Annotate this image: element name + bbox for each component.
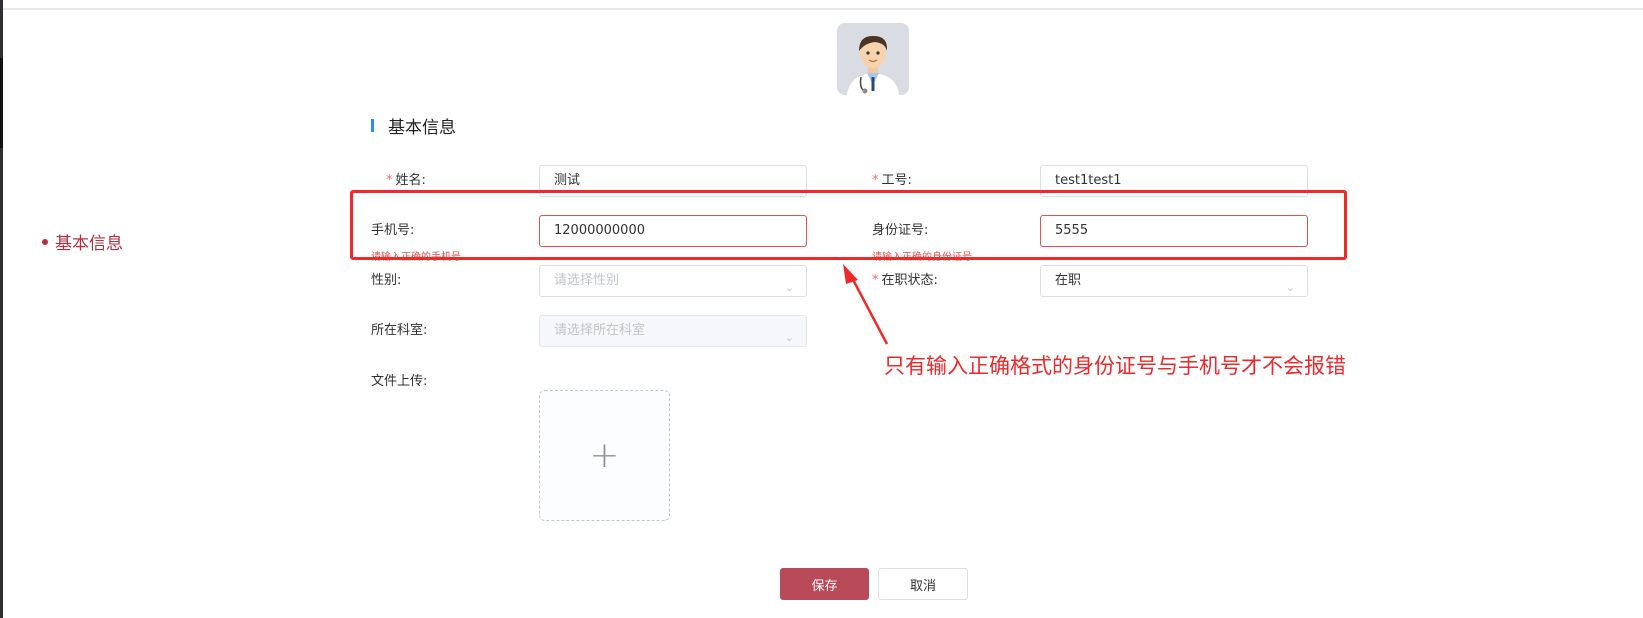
annotation-text: 只有输入正确格式的身份证号与手机号才不会报错 (884, 354, 1346, 378)
annotation-arrow-icon (843, 264, 889, 345)
